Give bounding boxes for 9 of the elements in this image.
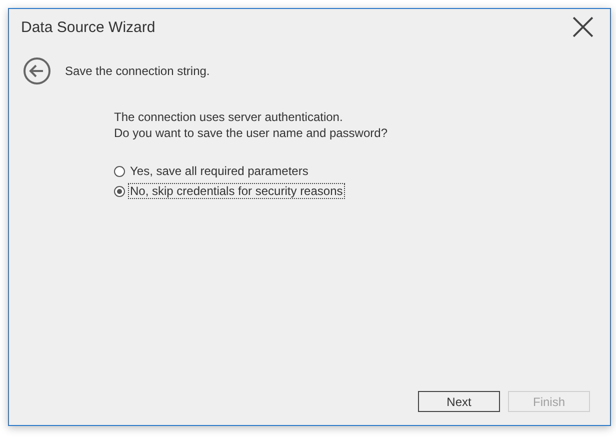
step-heading: Save the connection string. — [65, 64, 210, 78]
question-text: The connection uses server authentication. — [114, 109, 344, 125]
question-text: Do you want to save the user name and password? — [114, 125, 388, 141]
radio-icon[interactable] — [114, 166, 125, 176]
back-icon[interactable] — [23, 57, 51, 85]
radio-option[interactable]: Yes, save all required parameters — [114, 163, 310, 179]
window-title: Data Source Wizard — [21, 18, 156, 36]
radio-icon[interactable] — [114, 186, 125, 196]
next-button[interactable]: Next — [418, 391, 500, 412]
